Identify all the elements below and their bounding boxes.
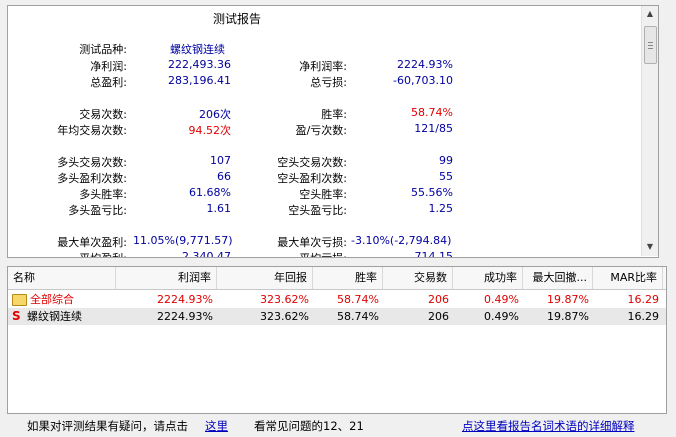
value-avg-loss: 714.15 <box>414 250 454 258</box>
value-long-trades: 107 <box>210 154 231 167</box>
cell-profit-rate: 2224.93% <box>157 293 213 306</box>
row-name: 全部综合 <box>30 293 74 306</box>
scrollbar-thumb[interactable] <box>644 26 657 64</box>
table-row[interactable]: S 螺纹钢连续 2224.93% 323.62% 58.74% 206 0.49%… <box>8 308 666 325</box>
scroll-down-icon[interactable]: ▼ <box>642 239 658 255</box>
label-total-profit: 总盈利: <box>90 76 127 89</box>
cell-mar-ratio: 16.29 <box>627 310 660 323</box>
value-short-win-rate: 55.56% <box>411 186 453 199</box>
label-instrument: 测试品种: <box>79 43 127 56</box>
scroll-up-icon[interactable]: ▲ <box>642 6 658 22</box>
folder-icon <box>12 294 27 306</box>
column-header-name[interactable]: 名称 <box>8 267 116 289</box>
label-trade-count: 交易次数: <box>79 108 127 121</box>
value-total-loss: -60,703.10 <box>393 74 453 87</box>
column-header-trade-count[interactable]: 交易数 <box>383 267 453 289</box>
label-avg-profit: 平均盈利: <box>79 250 127 257</box>
column-header-win-rate[interactable]: 胜率 <box>313 267 383 289</box>
value-short-wins: 55 <box>439 170 453 183</box>
cell-win-rate: 58.74% <box>337 310 379 323</box>
cell-success-rate: 0.49% <box>484 293 519 306</box>
pane-splitter[interactable] <box>0 258 676 265</box>
value-long-pl-ratio: 1.61 <box>206 202 232 215</box>
column-header-mar-ratio[interactable]: MAR比率 <box>593 267 663 289</box>
value-trade-count: 206次 <box>199 108 231 121</box>
label-net-profit-rate: 净利润率: <box>299 60 347 73</box>
value-net-profit: 222,493.36 <box>168 58 231 71</box>
label-short-wins: 空头盈利次数: <box>277 172 347 185</box>
label-max-single-profit: 最大单次盈利: <box>57 236 127 249</box>
cell-annual-return: 323.62% <box>260 293 309 306</box>
cell-win-rate: 58.74% <box>337 293 379 306</box>
value-short-trades: 99 <box>439 154 453 167</box>
report-panel: 测试报告 测试品种: 螺纹钢连续 净利润: 222,493.36 净利润率: 2… <box>7 5 659 258</box>
cell-mar-ratio: 16.29 <box>627 293 660 306</box>
strategy-s-icon: S <box>12 309 21 323</box>
cell-success-rate: 0.49% <box>484 310 519 323</box>
value-long-win-rate: 61.68% <box>189 186 231 199</box>
value-total-profit: 283,196.41 <box>168 74 231 87</box>
report-scrollbar[interactable]: ▲ ▼ <box>641 6 658 256</box>
label-short-pl-ratio: 空头盈亏比: <box>288 204 347 217</box>
column-header-max-drawdown[interactable]: 最大回撤... <box>523 267 593 289</box>
value-long-wins: 66 <box>217 170 231 183</box>
value-instrument: 螺纹钢连续 <box>170 43 225 56</box>
cell-trade-count: 206 <box>428 310 449 323</box>
footer-faq-text: 看常见问题的12、21 <box>254 419 364 433</box>
value-max-single-profit: 11.05%(9,771.57) <box>133 234 233 247</box>
label-net-profit: 净利润: <box>90 60 127 73</box>
label-short-win-rate: 空头胜率: <box>299 188 347 201</box>
cell-profit-rate: 2224.93% <box>157 310 213 323</box>
column-header-annual-return[interactable]: 年回报 <box>217 267 313 289</box>
cell-max-drawdown: 19.87% <box>547 310 589 323</box>
label-long-pl-ratio: 多头盈亏比: <box>68 204 127 217</box>
cell-trade-count: 206 <box>428 293 449 306</box>
label-max-single-loss: 最大单次亏损: <box>277 236 347 249</box>
column-header-success-rate[interactable]: 成功率 <box>453 267 523 289</box>
value-annual-trades: 94.52次 <box>188 124 232 137</box>
value-win-rate: 58.74% <box>411 106 453 119</box>
label-win-rate: 胜率: <box>321 108 347 121</box>
label-long-win-rate: 多头胜率: <box>79 188 127 201</box>
column-header-profit-rate[interactable]: 利润率 <box>116 267 217 289</box>
label-avg-loss: 平均亏损: <box>299 250 347 257</box>
footer-glossary-link[interactable]: 点这里看报告名词术语的详细解释 <box>462 418 635 434</box>
value-short-pl-ratio: 1.25 <box>428 202 454 215</box>
label-annual-trades: 年均交易次数: <box>57 124 127 137</box>
report-title: 测试报告 <box>213 12 262 26</box>
value-net-profit-rate: 2224.93% <box>397 58 453 71</box>
value-max-single-loss: -3.10%(-2,794.84) <box>351 234 452 247</box>
cell-max-drawdown: 19.87% <box>547 293 589 306</box>
value-win-loss-count: 121/85 <box>414 122 453 135</box>
label-total-loss: 总亏损: <box>310 76 347 89</box>
label-long-wins: 多头盈利次数: <box>57 172 127 185</box>
footer-here-link[interactable]: 这里 <box>205 418 228 434</box>
label-long-trades: 多头交易次数: <box>57 156 127 169</box>
label-win-loss-count: 盈/亏次数: <box>295 124 347 137</box>
row-name: 螺纹钢连续 <box>27 310 82 323</box>
footer-bar: 如果对评测结果有疑问，请点击 这里 看常见问题的12、21 点这里看报告名词术语… <box>0 415 676 437</box>
footer-question-text: 如果对评测结果有疑问，请点击 <box>27 419 188 433</box>
cell-annual-return: 323.62% <box>260 310 309 323</box>
label-short-trades: 空头交易次数: <box>277 156 347 169</box>
table-row[interactable]: 全部综合 2224.93% 323.62% 58.74% 206 0.49% 1… <box>8 291 666 308</box>
table-header: 名称 利润率 年回报 胜率 交易数 成功率 最大回撤... MAR比率 <box>8 267 666 290</box>
value-avg-profit: 2,340.47 <box>182 250 231 258</box>
results-table: 名称 利润率 年回报 胜率 交易数 成功率 最大回撤... MAR比率 全部综合… <box>7 266 667 414</box>
